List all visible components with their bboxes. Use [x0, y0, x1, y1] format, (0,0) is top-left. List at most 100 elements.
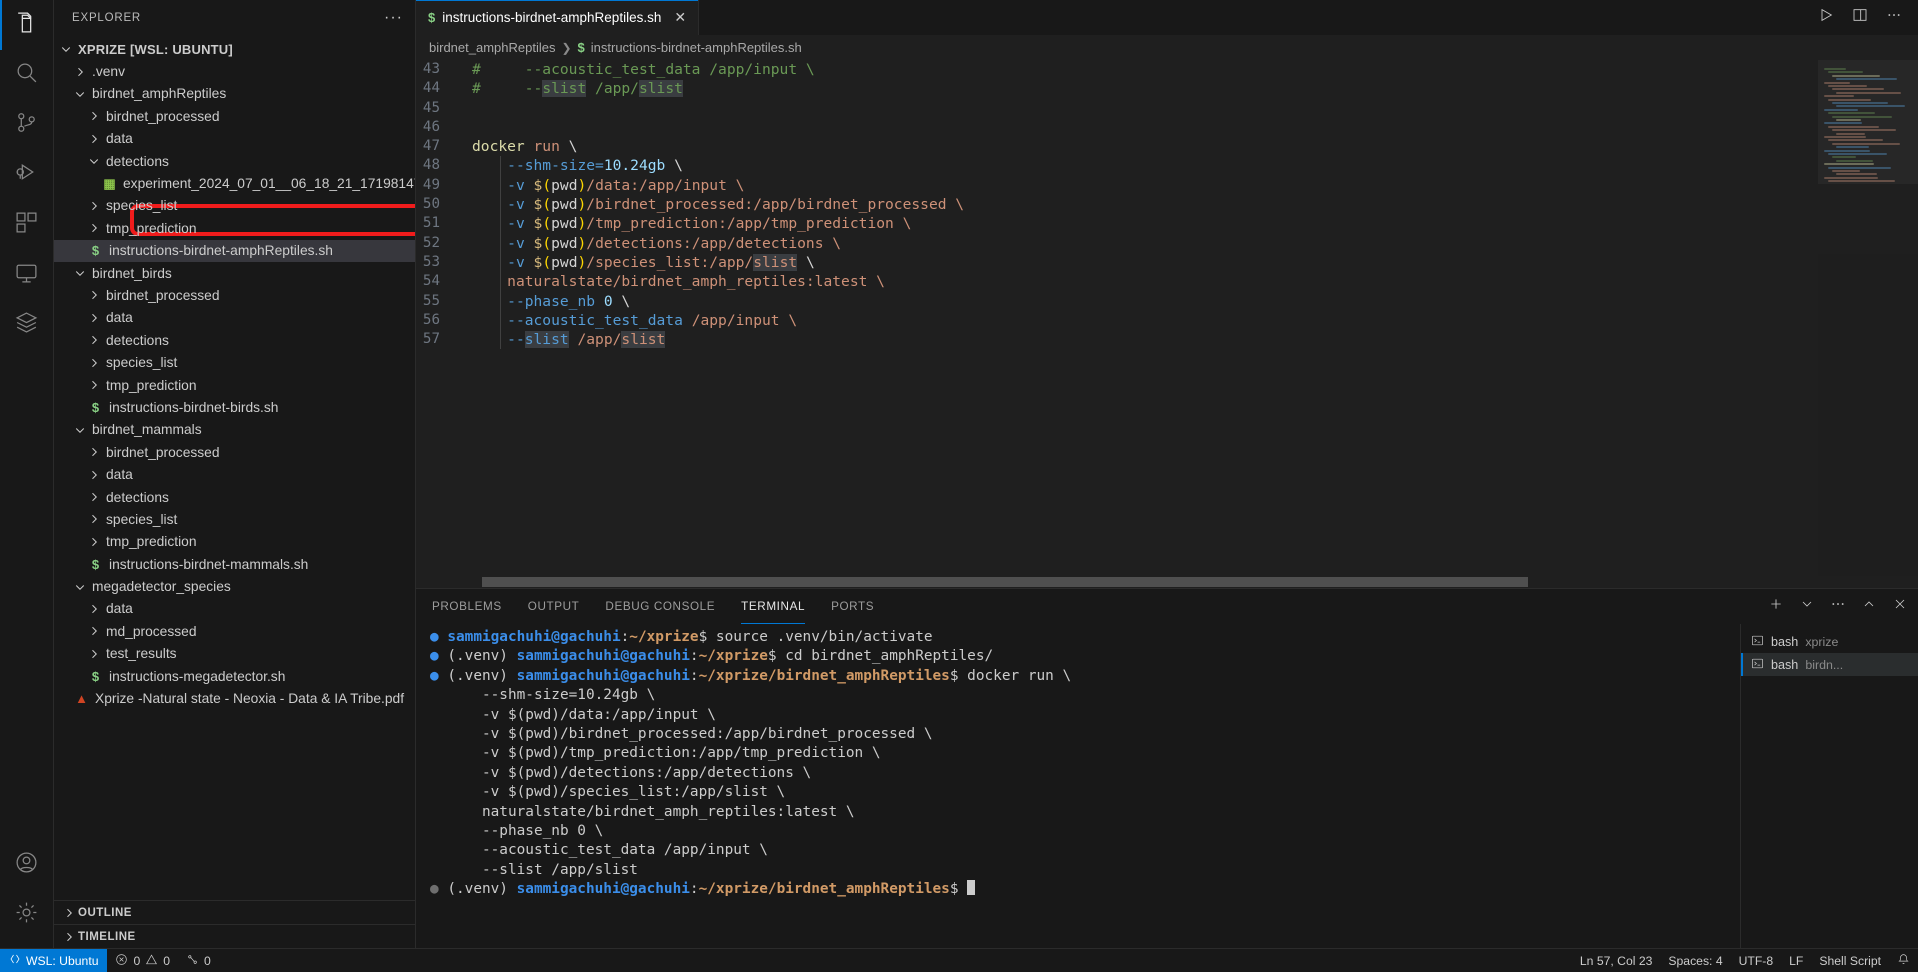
- code-scroll-area[interactable]: 43 # --acoustic_test_data /app/input \ 44 #…: [416, 60, 1818, 576]
- file-tree[interactable]: XPRIZE [WSL: UBUNTU] .venv birdnet_amphRep…: [54, 36, 415, 900]
- code-token: ): [577, 215, 587, 233]
- tree-folder[interactable]: detections: [54, 329, 415, 351]
- tree-folder[interactable]: tmp_prediction: [54, 374, 415, 396]
- tree-file[interactable]: $ instructions-birdnet-birds.sh: [54, 396, 415, 418]
- minimap[interactable]: [1818, 60, 1918, 576]
- panel-tab-output[interactable]: OUTPUT: [528, 589, 580, 624]
- more-actions-icon[interactable]: [1830, 596, 1846, 617]
- chevron-down-icon[interactable]: [1799, 596, 1815, 617]
- panel-tab-list[interactable]: PROBLEMS OUTPUT DEBUG CONSOLE TERMINAL PORTS: [432, 589, 874, 624]
- tree-folder[interactable]: birdnet_birds: [54, 262, 415, 284]
- activity-item-accounts[interactable]: [0, 840, 54, 890]
- breadcrumb-file[interactable]: instructions-birdnet-amphReptiles.sh: [591, 40, 802, 55]
- terminal-text[interactable]: ● sammigachuhi@gachuhi:~/xprize$ source …: [430, 628, 1740, 900]
- editor-horizontal-scrollbar[interactable]: [416, 576, 1918, 588]
- terminal-token: sammigachuhi@gachuhi: [516, 667, 690, 684]
- activity-item-run-and-debug[interactable]: [0, 150, 54, 200]
- status-cursor-position[interactable]: Ln 57, Col 23: [1572, 949, 1661, 972]
- panel-tab-ports[interactable]: PORTS: [831, 589, 874, 624]
- tree-file[interactable]: ▲ Xprize -Natural state - Neoxia - Data &…: [54, 687, 415, 709]
- close-icon[interactable]: ✕: [674, 9, 686, 26]
- terminal-cwd-name: birdn...: [1805, 657, 1844, 672]
- code-line: 45: [416, 99, 1818, 118]
- code-editor[interactable]: 43 # --acoustic_test_data /app/input \ 44 #…: [416, 60, 1918, 576]
- explorer-more-actions-icon[interactable]: ···: [384, 10, 403, 26]
- tree-file[interactable]: $ instructions-birdnet-amphReptiles.sh: [54, 239, 415, 262]
- tree-file[interactable]: $ instructions-birdnet-mammals.sh: [54, 553, 415, 575]
- tree-folder[interactable]: birdnet_amphReptiles: [54, 83, 415, 105]
- split-editor-icon[interactable]: [1852, 7, 1868, 28]
- activity-item-manage[interactable]: [0, 890, 54, 940]
- panel-tab-problems[interactable]: PROBLEMS: [432, 589, 502, 624]
- tree-folder[interactable]: data: [54, 128, 415, 150]
- tree-folder[interactable]: detections: [54, 486, 415, 508]
- tree-folder[interactable]: detections: [54, 150, 415, 172]
- terminal-token: $ cd birdnet_amphReptiles/: [767, 648, 994, 665]
- indent-guide: [500, 195, 501, 215]
- more-actions-icon[interactable]: [1886, 7, 1902, 28]
- terminal-token: $ docker run \: [949, 667, 1072, 684]
- tree-item-label: .venv: [92, 64, 125, 80]
- code-token: \: [559, 138, 578, 156]
- scrollbar-thumb[interactable]: [482, 577, 1528, 587]
- minimap-slider[interactable]: [1818, 60, 1918, 184]
- activity-item-source-control[interactable]: [0, 100, 54, 150]
- tree-root[interactable]: XPRIZE [WSL: UBUNTU]: [54, 38, 415, 60]
- activity-item-extensions[interactable]: [0, 200, 54, 250]
- maximize-panel-icon[interactable]: [1861, 596, 1877, 617]
- tree-file[interactable]: $ instructions-megadetector.sh: [54, 665, 415, 687]
- tree-folder[interactable]: species_list: [54, 508, 415, 530]
- activity-item-database[interactable]: [0, 300, 54, 350]
- tree-folder[interactable]: test_results: [54, 643, 415, 665]
- tree-folder[interactable]: birdnet_processed: [54, 284, 415, 306]
- sidebar-section-timeline[interactable]: TIMELINE: [54, 924, 415, 948]
- tree-folder[interactable]: md_processed: [54, 620, 415, 642]
- tree-folder[interactable]: data: [54, 307, 415, 329]
- tree-folder[interactable]: species_list: [54, 195, 415, 217]
- code-content[interactable]: 43 # --acoustic_test_data /app/input \ 44 #…: [416, 60, 1818, 350]
- line-number: 57: [422, 331, 440, 348]
- tree-folder[interactable]: birdnet_processed: [54, 105, 415, 127]
- run-icon[interactable]: [1818, 7, 1834, 28]
- terminal-list[interactable]: bash xprize bash birdn...: [1740, 624, 1918, 948]
- terminal-icon: [1751, 634, 1764, 650]
- breadcrumb-folder[interactable]: birdnet_amphReptiles: [429, 40, 555, 55]
- status-ports[interactable]: 0: [178, 949, 219, 972]
- status-encoding[interactable]: UTF-8: [1731, 949, 1782, 972]
- activity-item-explorer[interactable]: [0, 0, 54, 50]
- panel-tab-terminal[interactable]: TERMINAL: [741, 589, 805, 624]
- tree-folder[interactable]: species_list: [54, 351, 415, 373]
- activity-item-remote-explorer[interactable]: [0, 250, 54, 300]
- tree-folder[interactable]: data: [54, 463, 415, 485]
- code-token: pwd: [551, 215, 578, 233]
- code-line-text: # --acoustic_test_data /app/input \: [464, 60, 815, 79]
- editor-tab-active[interactable]: $ instructions-birdnet-amphReptiles.sh ✕: [416, 0, 700, 35]
- activity-item-search[interactable]: [0, 50, 54, 100]
- line-number: 56: [422, 311, 440, 328]
- tree-file[interactable]: ▦ experiment_2024_07_01__06_18_21_1719814…: [54, 172, 415, 194]
- command-status-icon: ●: [430, 881, 448, 898]
- status-indentation[interactable]: Spaces: 4: [1660, 949, 1730, 972]
- code-line-text: -v $(pwd)/detections:/app/detections \: [464, 233, 841, 253]
- status-problems[interactable]: 0 0: [107, 949, 178, 972]
- terminal-token: ~/xprize: [629, 629, 699, 645]
- tree-folder[interactable]: data: [54, 598, 415, 620]
- status-language-mode[interactable]: Shell Script: [1811, 949, 1889, 972]
- tree-folder[interactable]: .venv: [54, 60, 415, 82]
- status-notifications[interactable]: [1889, 949, 1918, 972]
- tree-folder[interactable]: tmp_prediction: [54, 217, 415, 239]
- terminal-list-item[interactable]: bash xprize: [1741, 630, 1918, 653]
- status-remote-indicator[interactable]: WSL: Ubuntu: [0, 948, 108, 972]
- new-terminal-icon[interactable]: [1768, 596, 1784, 617]
- terminal-output[interactable]: ● sammigachuhi@gachuhi:~/xprize$ source …: [416, 624, 1740, 948]
- close-panel-icon[interactable]: [1892, 596, 1908, 617]
- terminal-list-item[interactable]: bash birdn...: [1741, 653, 1918, 676]
- tree-folder[interactable]: megadetector_species: [54, 575, 415, 597]
- status-eol[interactable]: LF: [1781, 949, 1811, 972]
- tree-folder[interactable]: birdnet_processed: [54, 441, 415, 463]
- tree-folder[interactable]: tmp_prediction: [54, 531, 415, 553]
- sidebar-section-outline[interactable]: OUTLINE: [54, 900, 415, 924]
- panel-tab-debug-console[interactable]: DEBUG CONSOLE: [605, 589, 715, 624]
- tree-folder[interactable]: birdnet_mammals: [54, 419, 415, 441]
- extensions-icon: [14, 210, 39, 240]
